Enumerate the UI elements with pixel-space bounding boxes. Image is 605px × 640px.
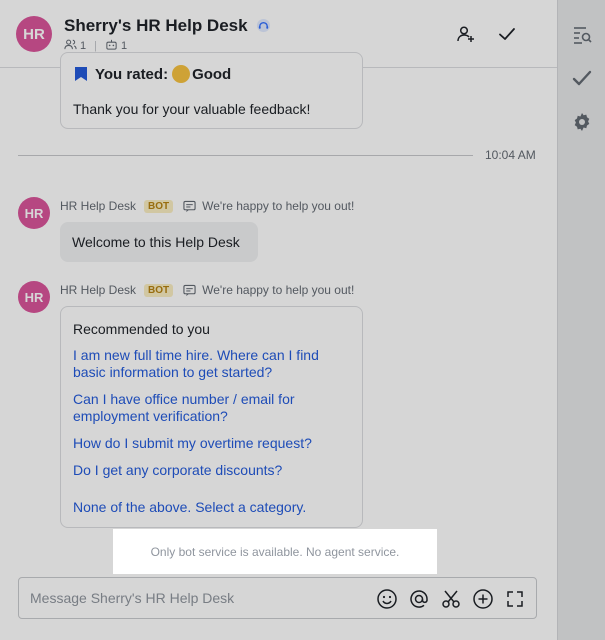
document-search-icon	[574, 27, 592, 44]
thread-topic[interactable]: We're happy to help you out!	[183, 199, 354, 213]
add-member-icon	[457, 26, 474, 42]
thread-topic[interactable]: We're happy to help you out!	[183, 283, 354, 297]
message-meta: HR Help Desk BOT We're happy to help you…	[60, 283, 354, 297]
bot-count: 1	[120, 40, 128, 52]
recommendation-card: Recommended to you I am new full time hi…	[60, 306, 363, 528]
chat-title-text: Sherry's HR Help Desk	[64, 16, 248, 35]
screenshot-button[interactable]	[440, 588, 462, 610]
time-divider-line	[18, 155, 473, 156]
thread-topic-text: We're happy to help you out!	[202, 283, 355, 297]
scissors-icon	[442, 590, 460, 608]
thread-icon	[183, 284, 196, 296]
faq-link-select-category[interactable]: None of the above. Select a category.	[73, 499, 353, 516]
plus-circle-icon	[473, 589, 493, 609]
add-attachment-button[interactable]	[472, 588, 494, 610]
feedback-thanks: Thank you for your valuable feedback!	[73, 101, 311, 117]
check-pen-icon	[572, 70, 592, 86]
member-count: 1	[80, 40, 87, 52]
bot-avatar[interactable]: HR	[18, 197, 50, 229]
faq-link-overtime[interactable]: How do I submit my overtime request?	[73, 435, 353, 452]
message-meta: HR Help Desk BOT We're happy to help you…	[60, 199, 354, 213]
right-toolbar	[557, 0, 605, 640]
at-sign-icon	[410, 590, 428, 608]
expand-icon	[507, 591, 523, 607]
chat-title[interactable]: Sherry's HR Help Desk	[64, 16, 271, 38]
settings-button[interactable]	[558, 100, 605, 144]
search-history-button[interactable]	[558, 13, 605, 57]
message-input[interactable]	[19, 578, 369, 618]
smiley-icon	[377, 589, 397, 609]
message-composer	[18, 577, 537, 619]
feedback-card: You rated: Good Thank you for your valua…	[60, 52, 363, 129]
time-divider-label: 10:04 AM	[485, 148, 536, 162]
resolve-button[interactable]	[495, 22, 519, 46]
emoji-button[interactable]	[376, 588, 398, 610]
faq-link-new-hire[interactable]: I am new full time hire. Where can I fin…	[73, 347, 353, 381]
mention-button[interactable]	[408, 588, 430, 610]
chat-avatar[interactable]: HR	[16, 16, 52, 52]
bot-badge: BOT	[144, 283, 174, 297]
expand-composer-button[interactable]	[504, 588, 526, 610]
service-notice: Only bot service is available. No agent …	[113, 529, 437, 574]
thread-icon	[183, 200, 196, 212]
bot-badge: BOT	[144, 199, 174, 213]
tasks-button[interactable]	[558, 56, 605, 100]
gear-icon	[574, 113, 590, 131]
recommendation-title: Recommended to you	[73, 321, 210, 337]
checkmark-icon	[499, 28, 515, 40]
bot-avatar[interactable]: HR	[18, 281, 50, 313]
grinning-emoji-icon	[172, 65, 191, 83]
rated-label: You rated:	[95, 65, 169, 83]
rating-line: You rated: Good	[73, 65, 231, 83]
message-bubble[interactable]: Welcome to this Help Desk	[60, 222, 258, 262]
add-member-button[interactable]	[454, 22, 478, 46]
rating-value: Good	[192, 65, 232, 83]
meta-separator: |	[94, 40, 97, 52]
sender-name[interactable]: HR Help Desk	[60, 199, 136, 213]
bookmark-icon	[75, 67, 87, 81]
thread-topic-text: We're happy to help you out!	[202, 199, 355, 213]
faq-link-discounts[interactable]: Do I get any corporate discounts?	[73, 462, 353, 479]
help-desk-badge-icon	[256, 18, 271, 38]
faq-link-employment-verification[interactable]: Can I have office number / email for emp…	[73, 391, 353, 425]
sender-name[interactable]: HR Help Desk	[60, 283, 136, 297]
